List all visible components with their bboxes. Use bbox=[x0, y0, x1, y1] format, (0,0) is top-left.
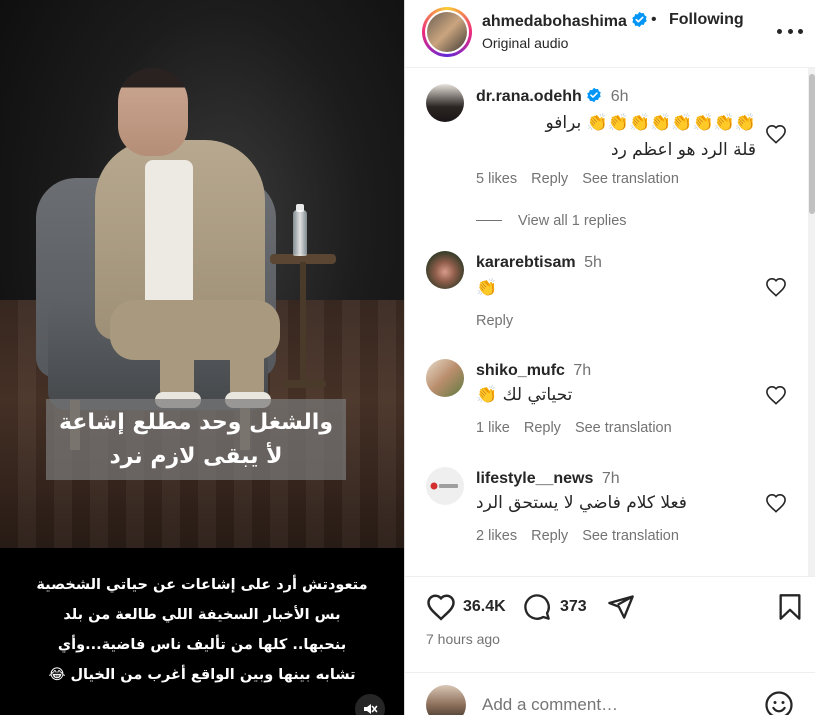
heart-icon[interactable] bbox=[765, 385, 787, 405]
reply-button[interactable]: Reply bbox=[531, 171, 568, 187]
comment-time[interactable]: 5h bbox=[584, 254, 602, 271]
more-horizontal-icon bbox=[777, 28, 782, 34]
speaker-shin bbox=[160, 330, 194, 400]
post-caption-line: بس الأخبار السخيفة اللي طالعة من بلد bbox=[63, 607, 341, 623]
author-username-row[interactable]: ahmedabohashima bbox=[482, 11, 648, 31]
post-sidebar: ahmedabohashima • Following Original aud… bbox=[404, 0, 815, 715]
video-panel[interactable]: والشغل وحد مطلع إشاعة لأ يبقى لازم نرد م… bbox=[0, 0, 404, 715]
like-heart-icon[interactable] bbox=[426, 593, 456, 621]
post-timestamp[interactable]: 7 hours ago bbox=[426, 631, 500, 647]
comment-time[interactable]: 7h bbox=[602, 470, 620, 487]
comment-text: فعلا كلام فاضي لا يستحق الرد bbox=[476, 490, 716, 517]
heart-icon[interactable] bbox=[765, 277, 787, 297]
speaker-muted-icon bbox=[364, 704, 378, 714]
video-frame[interactable]: والشغل وحد مطلع إشاعة لأ يبقى لازم نرد bbox=[0, 0, 404, 548]
comment-likes[interactable]: 1 like bbox=[476, 420, 510, 436]
comment-text-line: تحياتي لك 👏 bbox=[476, 385, 573, 405]
comment-likes[interactable]: 5 likes bbox=[476, 171, 517, 187]
comment-bubble-icon[interactable] bbox=[523, 593, 551, 621]
add-comment-bar bbox=[405, 672, 815, 715]
speaker-shirt bbox=[145, 160, 193, 310]
heart-icon[interactable] bbox=[765, 493, 787, 513]
reply-button[interactable]: Reply bbox=[531, 528, 568, 544]
author-avatar[interactable] bbox=[422, 7, 472, 57]
like-count[interactable]: 36.4K bbox=[463, 598, 506, 616]
see-translation-link[interactable]: See translation bbox=[582, 171, 679, 187]
see-translation-link[interactable]: See translation bbox=[582, 528, 679, 544]
lifestyle-logo-icon bbox=[430, 482, 458, 490]
comment-meta: 1 like Reply See translation bbox=[476, 420, 686, 436]
speaker-head bbox=[118, 68, 188, 156]
following-button[interactable]: Following bbox=[669, 11, 744, 29]
author-avatar-inner bbox=[425, 10, 469, 54]
commenter-username[interactable]: dr.rana.odehh bbox=[476, 88, 582, 105]
post-caption: متعودتش أرد على إشاعات عن حياتي الشخصية … bbox=[0, 570, 404, 690]
comment-text: تحياتي لك 👏 bbox=[476, 382, 606, 409]
post-header: ahmedabohashima • Following Original aud… bbox=[405, 0, 815, 68]
comment-header: kararebtisam 5h bbox=[476, 254, 602, 272]
comment-count[interactable]: 373 bbox=[560, 598, 587, 616]
view-replies-button[interactable]: View all 1 replies bbox=[518, 213, 627, 229]
comment-header: lifestyle__news 7h bbox=[476, 470, 620, 488]
comment-meta: 5 likes Reply See translation bbox=[476, 171, 693, 187]
author-username[interactable]: ahmedabohashima bbox=[482, 13, 627, 30]
overlay-caption-line: لأ يبقى لازم نرد bbox=[109, 443, 283, 469]
share-paper-plane-icon[interactable] bbox=[607, 593, 635, 621]
video-overlay-caption: والشغل وحد مطلع إشاعة لأ يبقى لازم نرد bbox=[46, 399, 346, 480]
more-options-button[interactable] bbox=[777, 20, 803, 42]
commenter-avatar[interactable] bbox=[426, 359, 464, 397]
comment-header: shiko_mufc 7h bbox=[476, 362, 591, 380]
emoji-smiley-icon[interactable] bbox=[764, 690, 794, 715]
post-caption-line: تشابه بينها وبين الواقع أغرب من الخيال 😂 bbox=[48, 667, 356, 683]
comment-text-line: قلة الرد هو اعظم رد bbox=[611, 140, 756, 160]
comment-text: 👏👏👏👏👏👏👏👏 برافو قلة الرد هو اعظم رد bbox=[476, 110, 756, 164]
replies-divider bbox=[476, 220, 502, 221]
comment-meta: Reply bbox=[476, 313, 527, 329]
post-caption-line: متعودتش أرد على إشاعات عن حياتي الشخصية bbox=[36, 577, 368, 593]
comment-text-line: فعلا كلام فاضي لا يستحق الرد bbox=[476, 493, 687, 513]
comment-likes[interactable]: 2 likes bbox=[476, 528, 517, 544]
heart-icon[interactable] bbox=[765, 124, 787, 144]
more-horizontal-icon bbox=[787, 28, 793, 34]
comment-text: 👏 bbox=[476, 275, 756, 302]
author-avatar-image bbox=[427, 12, 467, 52]
water-bottle bbox=[293, 210, 307, 256]
more-horizontal-icon bbox=[798, 28, 803, 34]
verified-badge-icon bbox=[632, 11, 648, 28]
reply-button[interactable]: Reply bbox=[476, 313, 513, 329]
post-caption-line: بنحبها.. كلها من تأليف ناس فاضية...وأي bbox=[57, 637, 347, 653]
comment-time[interactable]: 6h bbox=[611, 88, 629, 105]
comment-header: dr.rana.odehh 6h bbox=[476, 87, 629, 106]
verified-badge-icon bbox=[587, 87, 601, 103]
reply-button[interactable]: Reply bbox=[524, 420, 561, 436]
comment-time[interactable]: 7h bbox=[573, 362, 591, 379]
current-user-avatar bbox=[426, 685, 466, 715]
header-separator: • bbox=[651, 11, 657, 28]
mute-button[interactable] bbox=[355, 694, 385, 715]
comment-text-line: 👏 bbox=[476, 278, 498, 298]
speaker-shin bbox=[230, 330, 264, 400]
overlay-caption-line: والشغل وحد مطلع إشاعة bbox=[59, 409, 334, 435]
commenter-username[interactable]: kararebtisam bbox=[476, 254, 576, 271]
side-table-base bbox=[282, 380, 326, 388]
side-table-stem bbox=[300, 262, 306, 382]
commenter-avatar[interactable] bbox=[426, 84, 464, 122]
post-actions: 36.4K 373 7 hours ago bbox=[405, 576, 815, 656]
commenter-username[interactable]: shiko_mufc bbox=[476, 362, 565, 379]
comments-scrollbar[interactable] bbox=[809, 74, 815, 214]
comment-meta: 2 likes Reply See translation bbox=[476, 528, 693, 544]
commenter-avatar[interactable] bbox=[426, 251, 464, 289]
commenter-avatar[interactable] bbox=[426, 467, 464, 505]
see-translation-link[interactable]: See translation bbox=[575, 420, 672, 436]
comments-list[interactable]: dr.rana.odehh 6h 👏👏👏👏👏👏👏👏 برافو قلة الرد… bbox=[405, 68, 815, 576]
add-comment-input[interactable] bbox=[482, 695, 742, 715]
original-audio-link[interactable]: Original audio bbox=[482, 35, 568, 51]
save-bookmark-icon[interactable] bbox=[777, 593, 803, 621]
comment-text-line: 👏👏👏👏👏👏👏👏 برافو bbox=[545, 113, 756, 133]
commenter-username[interactable]: lifestyle__news bbox=[476, 470, 593, 487]
